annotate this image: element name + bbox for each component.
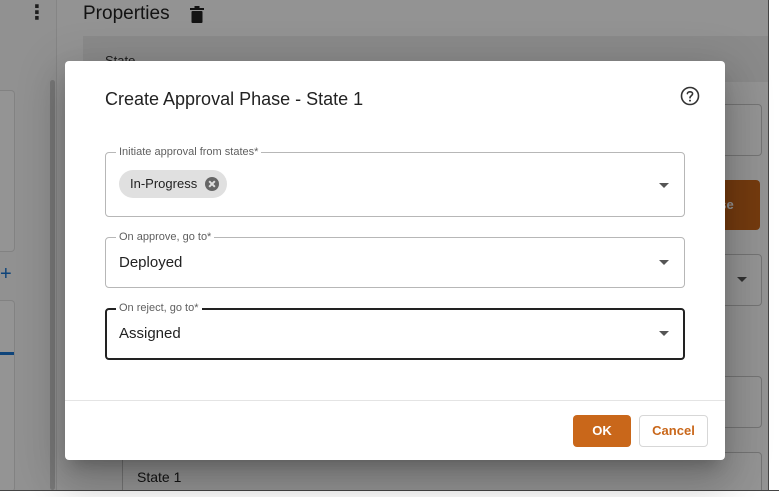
on-approve-select[interactable]: On approve, go to* Deployed	[105, 231, 685, 288]
dialog-title: Create Approval Phase - State 1	[105, 89, 364, 109]
screenshot-edge	[768, 0, 779, 496]
on-approve-value: Deployed	[119, 254, 183, 271]
state-chip-label: In-Progress	[130, 176, 198, 191]
dropdown-icon[interactable]	[659, 331, 669, 336]
state-chip[interactable]: In-Progress	[119, 170, 228, 198]
help-icon[interactable]	[680, 86, 700, 106]
initiate-states-select[interactable]: Initiate approval from states* In-Progre…	[105, 146, 685, 217]
initiate-states-label: Initiate approval from states*	[116, 146, 262, 158]
footer-divider	[65, 400, 725, 401]
chip-remove-icon[interactable]	[205, 177, 220, 191]
on-reject-value: Assigned	[119, 325, 181, 342]
on-reject-label: On reject, go to*	[116, 302, 202, 314]
ok-button[interactable]: OK	[573, 415, 631, 447]
on-approve-label: On approve, go to*	[116, 231, 215, 243]
cancel-button[interactable]: Cancel	[639, 415, 708, 447]
create-approval-phase-dialog: Create Approval Phase - State 1 Initiate…	[65, 61, 725, 460]
dropdown-icon[interactable]	[659, 183, 669, 188]
dropdown-icon[interactable]	[659, 260, 669, 265]
on-reject-select[interactable]: On reject, go to* Assigned	[105, 302, 685, 360]
